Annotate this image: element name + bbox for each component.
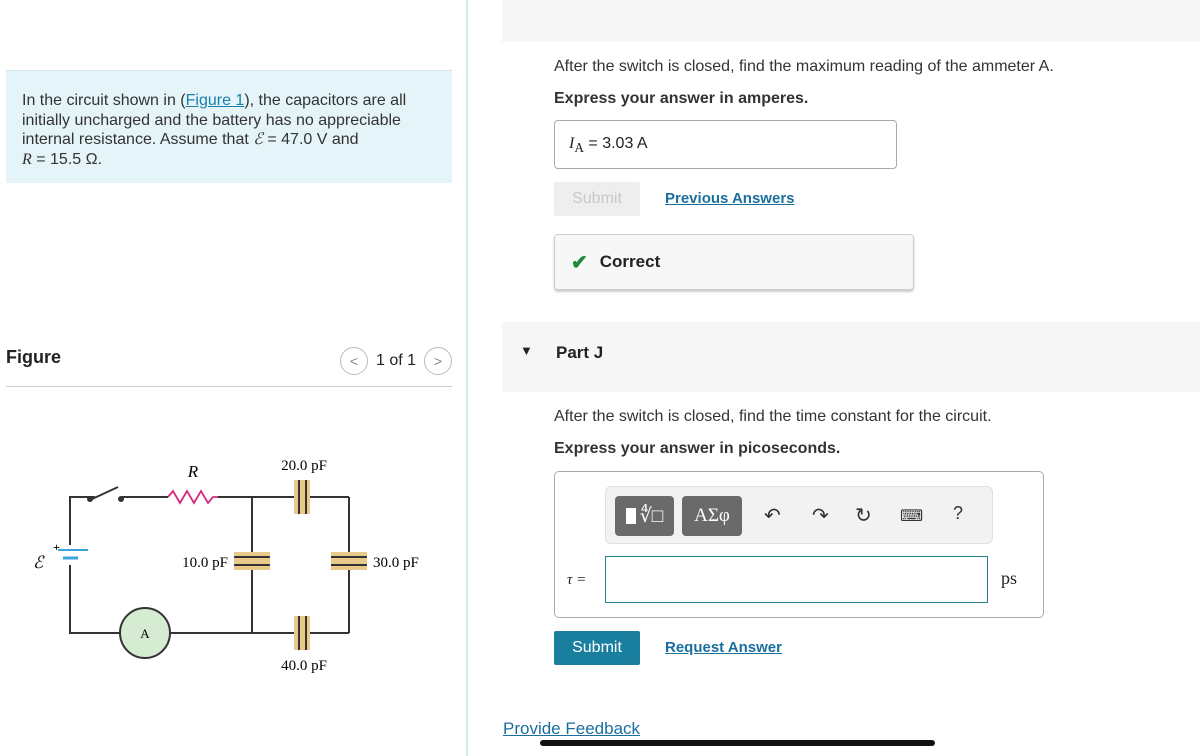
next-figure-button[interactable]: > bbox=[424, 347, 452, 375]
redo-icon[interactable]: ↷ bbox=[812, 503, 829, 528]
r-symbol: R bbox=[22, 150, 32, 168]
part-j-title: Part J bbox=[556, 343, 604, 362]
help-icon[interactable]: ? bbox=[953, 503, 963, 524]
provide-feedback-link[interactable]: Provide Feedback bbox=[503, 719, 640, 739]
undo-icon[interactable]: ↶ bbox=[764, 503, 781, 528]
problem-text: In the circuit shown in ( bbox=[22, 92, 186, 109]
r-value: = 15.5 Ω. bbox=[31, 150, 103, 168]
part-j-instruction: Express your answer in picoseconds. bbox=[554, 440, 841, 457]
c2-label: 10.0 pF bbox=[182, 555, 228, 571]
emf-value: = 47.0 V and bbox=[262, 131, 359, 148]
math-answer-box: ∜□ ΑΣφ ↶ ↷ ↻ ⌨ ? τ = ps bbox=[554, 471, 1044, 618]
prev-figure-button[interactable]: < bbox=[339, 347, 368, 375]
figure-title: Figure bbox=[6, 347, 62, 367]
plus-label: + bbox=[53, 540, 60, 554]
part-i-answer: IA = 3.03 A bbox=[554, 120, 897, 169]
correct-feedback: ✔ Correct bbox=[554, 234, 914, 290]
reset-icon[interactable]: ↻ bbox=[855, 503, 872, 528]
c1-label: 20.0 pF bbox=[281, 458, 327, 474]
greek-symbols-button[interactable]: ΑΣφ bbox=[682, 496, 742, 536]
tau-input[interactable] bbox=[605, 556, 988, 603]
resistor-label: R bbox=[187, 462, 199, 481]
feedback-text: Correct bbox=[599, 252, 661, 271]
circuit-diagram: A R ℰ + 20.0 pF 10.0 pF 30.0 pF 40.0 pF bbox=[33, 458, 419, 674]
part-j-submit-button[interactable]: Submit bbox=[554, 631, 640, 665]
part-i-question: After the switch is closed, find the max… bbox=[554, 58, 1054, 75]
request-answer-link[interactable]: Request Answer bbox=[665, 639, 782, 656]
math-toolbar: ∜□ ΑΣφ ↶ ↷ ↻ ⌨ ? bbox=[605, 486, 993, 544]
right-panel: After the switch is closed, find the max… bbox=[470, 0, 1200, 756]
figure-pager: < 1 of 1 > bbox=[339, 347, 452, 375]
horizontal-scrollbar[interactable] bbox=[540, 740, 935, 746]
part-j-question: After the switch is closed, find the tim… bbox=[554, 408, 992, 425]
c4-label: 40.0 pF bbox=[281, 658, 327, 674]
keyboard-icon[interactable]: ⌨ bbox=[900, 506, 923, 526]
part-i-submit-button[interactable]: Submit bbox=[554, 182, 640, 216]
previous-answers-link[interactable]: Previous Answers bbox=[665, 190, 795, 207]
tau-label: τ = bbox=[567, 572, 587, 588]
figure-page-count: 1 of 1 bbox=[375, 352, 416, 369]
emf-symbol: ℰ bbox=[253, 131, 263, 148]
c3-label: 30.0 pF bbox=[373, 555, 419, 571]
capacitors bbox=[234, 480, 367, 650]
emf-label: ℰ bbox=[33, 553, 45, 572]
left-panel: In the circuit shown in (Figure 1), the … bbox=[0, 0, 468, 756]
fraction-root-template-button[interactable]: ∜□ bbox=[615, 496, 674, 536]
unit-label: ps bbox=[1001, 568, 1018, 588]
resistor bbox=[167, 489, 218, 505]
ammeter-label: A bbox=[140, 626, 150, 641]
part-j-header[interactable]: ▼ Part J bbox=[502, 322, 1200, 392]
problem-statement: In the circuit shown in (Figure 1), the … bbox=[6, 70, 452, 183]
figure-header: Figure < 1 of 1 > bbox=[6, 345, 452, 387]
part-i-instruction: Express your answer in amperes. bbox=[554, 90, 809, 107]
part-i-header bbox=[502, 0, 1200, 42]
check-icon: ✔ bbox=[571, 251, 588, 274]
var-sub: A bbox=[574, 140, 584, 156]
answer-value: = 3.03 A bbox=[583, 135, 648, 152]
collapse-triangle-icon[interactable]: ▼ bbox=[520, 343, 533, 358]
figure-link[interactable]: Figure 1 bbox=[186, 92, 245, 109]
